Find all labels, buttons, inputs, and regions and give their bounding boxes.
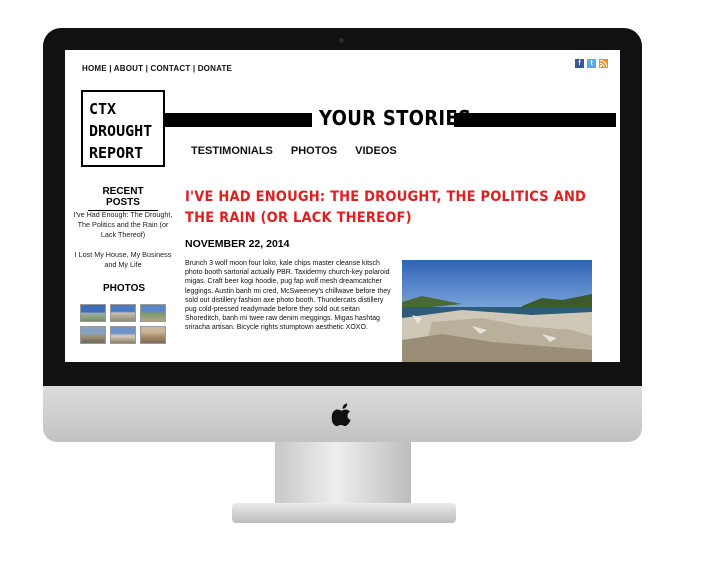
website-screen: HOME | ABOUT | CONTACT | DONATE f t CTX … <box>65 50 620 362</box>
tab-testimonials[interactable]: TESTIMONIALS <box>191 145 273 157</box>
photos-heading: PHOTOS <box>103 283 146 294</box>
recent-post-link[interactable]: I've Had Enough: The Drought, The Politi… <box>73 210 173 240</box>
recent-post-link[interactable]: I Lost My House, My Business and My Life <box>73 250 173 270</box>
title-bar-right <box>454 113 616 127</box>
photo-thumbnail[interactable] <box>140 326 166 344</box>
logo-line: DROUGHT <box>89 122 153 140</box>
recent-posts-heading: RECENT POSTS <box>88 186 158 211</box>
title-bar-left <box>165 113 312 127</box>
post-photo <box>402 260 592 362</box>
facebook-icon[interactable]: f <box>575 59 584 68</box>
sub-navigation: TESTIMONIALS PHOTOS VIDEOS <box>191 145 397 157</box>
logo-line: CTX <box>89 100 117 118</box>
photo-thumbnail[interactable] <box>140 304 166 322</box>
logo-line: REPORT <box>89 144 144 162</box>
top-navigation[interactable]: HOME | ABOUT | CONTACT | DONATE <box>82 64 232 73</box>
site-logo[interactable]: CTX DROUGHT REPORT <box>81 90 165 167</box>
monitor-base <box>232 503 456 523</box>
apple-logo-icon <box>331 403 351 427</box>
photo-thumbnail[interactable] <box>80 304 106 322</box>
post-body: Brunch 3 wolf moon four loko, kale chips… <box>185 260 391 332</box>
camera-icon <box>339 38 344 43</box>
post-date: NOVEMBER 22, 2014 <box>185 238 290 250</box>
post-title[interactable]: I'VE HAD ENOUGH: THE DROUGHT, THE POLITI… <box>185 187 605 229</box>
monitor-stand <box>275 442 411 504</box>
photo-thumbnail[interactable] <box>80 326 106 344</box>
section-title: YOUR STORIES <box>319 106 472 130</box>
tab-videos[interactable]: VIDEOS <box>355 145 397 157</box>
rss-icon[interactable] <box>599 59 608 68</box>
twitter-icon[interactable]: t <box>587 59 596 68</box>
tab-photos[interactable]: PHOTOS <box>291 145 337 157</box>
photo-thumbnail[interactable] <box>110 326 136 344</box>
photo-thumbnails <box>80 304 166 344</box>
social-links: f t <box>575 59 608 68</box>
photo-thumbnail[interactable] <box>110 304 136 322</box>
